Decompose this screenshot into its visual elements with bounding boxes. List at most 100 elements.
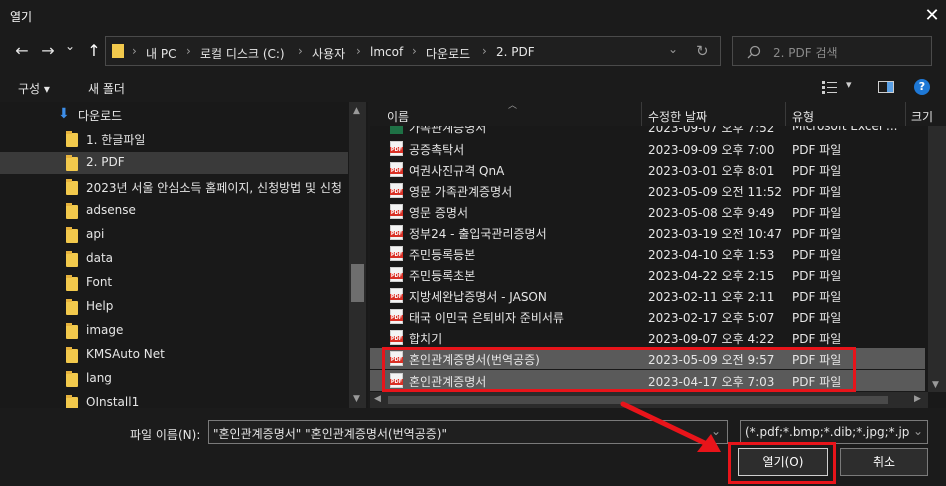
file-row[interactable]: 주민등록등본 2023-04-10 오후 1:53 PDF 파일 bbox=[370, 243, 925, 264]
pdf-file-icon bbox=[390, 267, 403, 282]
scroll-up-icon[interactable]: ▲ bbox=[353, 106, 360, 116]
file-date: 2023-09-07 오후 4:22 bbox=[648, 332, 775, 346]
breadcrumb-separator: › bbox=[412, 44, 417, 58]
navigation-scrollbar[interactable]: ▲ ▼ bbox=[349, 102, 366, 408]
file-row[interactable]: 영문 증명서 2023-05-08 오후 9:49 PDF 파일 bbox=[370, 201, 925, 222]
window-title: 열기 bbox=[10, 10, 33, 24]
scroll-left-icon[interactable]: ◀ bbox=[374, 394, 381, 404]
file-row[interactable]: 영문 가족관계증명서 2023-05-09 오전 11:52 PDF 파일 bbox=[370, 180, 925, 201]
folder-icon bbox=[66, 371, 78, 387]
scroll-right-icon[interactable]: ▶ bbox=[914, 394, 921, 404]
file-name: 영문 가족관계증명서 bbox=[409, 185, 513, 199]
organize-menu[interactable]: 구성 ▾ bbox=[18, 80, 50, 97]
file-row[interactable]: 가족관계증명서 2023-09-07 오후 7:52 Microsoft Exc… bbox=[370, 126, 925, 137]
tree-item-label: 1. 한글파일 bbox=[86, 133, 146, 147]
preview-pane-icon[interactable] bbox=[878, 81, 894, 93]
folder-icon bbox=[66, 251, 78, 267]
tree-item-folder[interactable]: OInstall1 bbox=[0, 392, 348, 408]
file-name: 지방세완납증명서 - JASON bbox=[409, 290, 547, 304]
new-folder-button[interactable]: 새 폴더 bbox=[88, 80, 125, 97]
breadcrumb-separator: › bbox=[356, 44, 361, 58]
pdf-file-icon bbox=[390, 309, 403, 324]
file-row[interactable]: 지방세완납증명서 - JASON 2023-02-11 오후 2:11 PDF 파일 bbox=[370, 285, 925, 306]
help-icon[interactable]: ? bbox=[914, 79, 930, 95]
search-box[interactable]: 2. PDF 검색 bbox=[732, 36, 932, 66]
breadcrumb-user[interactable]: lmcof bbox=[370, 45, 403, 59]
column-header-type[interactable]: 유형 bbox=[792, 108, 814, 125]
tree-item-folder[interactable]: 1. 한글파일 bbox=[0, 128, 348, 150]
pdf-file-icon bbox=[390, 162, 403, 177]
tree-item-folder[interactable]: image bbox=[0, 320, 348, 342]
file-type: PDF 파일 bbox=[792, 185, 842, 199]
column-header-name[interactable]: 이름 bbox=[387, 108, 409, 125]
tree-item-folder[interactable]: api bbox=[0, 224, 348, 246]
view-options-icon[interactable] bbox=[822, 80, 838, 94]
file-type-filter[interactable]: (*.pdf;*.bmp;*.dib;*.jpg;*.jpeg;* ⌄ bbox=[740, 420, 928, 444]
tree-item-folder[interactable]: Help bbox=[0, 296, 348, 318]
tree-item-label: image bbox=[86, 323, 124, 337]
chevron-down-icon[interactable]: ⌄ bbox=[913, 424, 923, 438]
scrollbar-thumb[interactable] bbox=[351, 264, 364, 302]
download-arrow-icon: ⬇ bbox=[58, 106, 70, 122]
file-row[interactable]: 합치기 2023-09-07 오후 4:22 PDF 파일 bbox=[370, 327, 925, 348]
tree-item-folder[interactable]: 2023년 서울 안심소득 홈페이지, 신청방법 및 신청 bbox=[0, 176, 348, 198]
file-name: 가족관계증명서 bbox=[409, 126, 487, 135]
file-type: PDF 파일 bbox=[792, 164, 842, 178]
file-row[interactable]: 태국 이민국 은퇴비자 준비서류 2023-02-17 오후 5:07 PDF 파일 bbox=[370, 306, 925, 327]
back-arrow-icon[interactable]: ← bbox=[12, 41, 32, 61]
forward-arrow-icon[interactable]: → bbox=[38, 41, 58, 61]
file-type: Microsoft Excel ... bbox=[792, 126, 898, 133]
address-dropdown-icon[interactable]: ⌄ bbox=[668, 42, 678, 56]
up-arrow-icon[interactable]: ↑ bbox=[84, 41, 104, 61]
folder-icon bbox=[66, 395, 78, 408]
file-type: PDF 파일 bbox=[792, 269, 842, 283]
folder-icon bbox=[66, 179, 78, 195]
pdf-file-icon bbox=[390, 246, 403, 261]
column-header-size[interactable]: 크기 bbox=[911, 108, 933, 125]
tree-item-folder-selected[interactable]: 2. PDF bbox=[0, 152, 348, 174]
close-icon[interactable]: ✕ bbox=[920, 4, 944, 28]
file-date: 2023-03-01 오후 8:01 bbox=[648, 164, 775, 178]
file-row[interactable]: 정부24 - 출입국관리증명서 2023-03-19 오전 10:47 PDF 파일 bbox=[370, 222, 925, 243]
cancel-button[interactable]: 취소 bbox=[840, 448, 928, 476]
pdf-file-icon bbox=[390, 225, 403, 240]
column-header-date[interactable]: 수정한 날짜 bbox=[648, 108, 707, 125]
tree-item-label: 2. PDF bbox=[86, 155, 125, 169]
tree-item-folder[interactable]: data bbox=[0, 248, 348, 270]
recent-locations-chevron-icon[interactable]: ⌄ bbox=[63, 39, 77, 59]
address-bar[interactable]: › 내 PC › 로컬 디스크 (C:) › 사용자 › lmcof › 다운로… bbox=[105, 36, 721, 66]
folder-icon bbox=[66, 275, 78, 291]
scroll-down-icon[interactable]: ▼ bbox=[932, 380, 939, 390]
file-type: PDF 파일 bbox=[792, 311, 842, 325]
filename-value: "혼인관계증명서" "혼인관계증명서(번역공증)" bbox=[213, 427, 447, 441]
breadcrumb-downloads[interactable]: 다운로드 bbox=[426, 45, 470, 62]
breadcrumb-users[interactable]: 사용자 bbox=[312, 45, 345, 62]
open-button[interactable]: 열기(O) bbox=[738, 448, 828, 476]
breadcrumb-pdf[interactable]: 2. PDF bbox=[496, 45, 535, 59]
file-type: PDF 파일 bbox=[792, 227, 842, 241]
file-date: 2023-05-09 오전 11:52 bbox=[648, 185, 783, 199]
file-row[interactable]: 여권사진규격 QnA 2023-03-01 오후 8:01 PDF 파일 bbox=[370, 159, 925, 180]
file-date: 2023-09-09 오후 7:00 bbox=[648, 143, 775, 157]
excel-file-icon bbox=[390, 126, 403, 134]
tree-item-folder[interactable]: lang bbox=[0, 368, 348, 390]
breadcrumb-my-pc[interactable]: 내 PC bbox=[146, 45, 176, 62]
file-row[interactable]: 공증촉탁서 2023-09-09 오후 7:00 PDF 파일 bbox=[370, 138, 925, 159]
tree-item-downloads[interactable]: ⬇ 다운로드 bbox=[0, 104, 348, 126]
file-list-scrollbar[interactable]: ▼ bbox=[928, 126, 946, 392]
file-row[interactable]: 주민등록초본 2023-04-22 오후 2:15 PDF 파일 bbox=[370, 264, 925, 285]
scroll-down-icon[interactable]: ▼ bbox=[353, 394, 360, 404]
breadcrumb-local-disk[interactable]: 로컬 디스크 (C:) bbox=[200, 45, 285, 62]
column-divider bbox=[785, 102, 786, 126]
column-divider bbox=[905, 102, 906, 126]
tree-item-folder[interactable]: adsense bbox=[0, 200, 348, 222]
file-date: 2023-02-11 오후 2:11 bbox=[648, 290, 775, 304]
file-type-filter-value: (*.pdf;*.bmp;*.dib;*.jpg;*.jpeg;* bbox=[745, 425, 909, 439]
tree-item-folder[interactable]: KMSAuto Net bbox=[0, 344, 348, 366]
file-name: 주민등록등본 bbox=[409, 248, 476, 262]
pdf-file-icon bbox=[390, 204, 403, 219]
view-dropdown-icon[interactable]: ▾ bbox=[846, 78, 852, 91]
tree-item-folder[interactable]: Font bbox=[0, 272, 348, 294]
refresh-icon[interactable]: ↻ bbox=[696, 42, 709, 60]
breadcrumb-separator: › bbox=[482, 44, 487, 58]
